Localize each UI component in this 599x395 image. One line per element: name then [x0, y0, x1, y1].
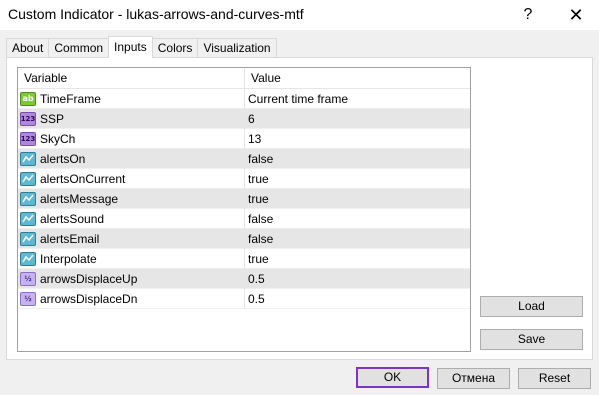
table-row[interactable]: 123 SkyCh 13: [18, 129, 470, 149]
close-button[interactable]: ✕: [556, 0, 596, 30]
variable-cell: alertsEmail: [18, 229, 245, 249]
variable-cell: ½ arrowsDisplaceDn: [18, 289, 245, 309]
value-cell[interactable]: 6: [245, 109, 470, 129]
boolean-type-icon: [20, 252, 36, 266]
grid-header: Variable Value: [18, 68, 470, 89]
table-row[interactable]: alertsOn false: [18, 149, 470, 169]
tab-strip: About Common Inputs Colors Visualization: [6, 36, 277, 58]
variable-name: Interpolate: [40, 252, 97, 266]
double-type-icon: ½: [20, 272, 36, 286]
cancel-button[interactable]: Отмена: [437, 368, 510, 389]
value-cell[interactable]: true: [245, 249, 470, 269]
variable-cell: alertsOn: [18, 149, 245, 169]
tab-about[interactable]: About: [6, 38, 50, 58]
variable-column-header[interactable]: Variable: [18, 68, 245, 89]
load-button[interactable]: Load: [480, 296, 583, 317]
value-cell[interactable]: true: [245, 169, 470, 189]
value-cell[interactable]: 0.5: [245, 289, 470, 309]
tab-common[interactable]: Common: [48, 38, 110, 58]
table-row[interactable]: alertsMessage true: [18, 189, 470, 209]
boolean-type-icon: [20, 152, 36, 166]
table-row[interactable]: Interpolate true: [18, 249, 470, 269]
variable-cell: ab TimeFrame: [18, 89, 245, 109]
variable-cell: alertsMessage: [18, 189, 245, 209]
variable-cell: 123 SkyCh: [18, 129, 245, 149]
save-button[interactable]: Save: [480, 329, 583, 350]
variable-cell: Interpolate: [18, 249, 245, 269]
tab-colors[interactable]: Colors: [151, 38, 199, 58]
window-title: Custom Indicator - lukas-arrows-and-curv…: [8, 6, 304, 22]
grid-rows: ab TimeFrame Current time frame 123 SSP 6 123 S…: [18, 89, 470, 309]
title-bar: Custom Indicator - lukas-arrows-and-curv…: [0, 0, 599, 30]
value-cell[interactable]: Current time frame: [245, 89, 470, 109]
table-row[interactable]: ½ arrowsDisplaceDn 0.5: [18, 289, 470, 309]
table-row[interactable]: ab TimeFrame Current time frame: [18, 89, 470, 109]
table-row[interactable]: ½ arrowsDisplaceUp 0.5: [18, 269, 470, 289]
integer-type-icon: 123: [20, 132, 36, 146]
boolean-type-icon: [20, 172, 36, 186]
variable-name: SSP: [40, 112, 65, 126]
reset-button[interactable]: Reset: [518, 368, 591, 389]
boolean-type-icon: [20, 192, 36, 206]
variable-cell: alertsSound: [18, 209, 245, 229]
variable-name: alertsOnCurrent: [40, 172, 126, 186]
value-cell[interactable]: 13: [245, 129, 470, 149]
variable-cell: ½ arrowsDisplaceUp: [18, 269, 245, 289]
value-cell[interactable]: false: [245, 149, 470, 169]
variable-name: arrowsDisplaceUp: [40, 272, 138, 286]
variable-name: arrowsDisplaceDn: [40, 292, 138, 306]
integer-type-icon: 123: [20, 112, 36, 126]
tab-inputs[interactable]: Inputs: [108, 36, 153, 58]
table-row[interactable]: alertsOnCurrent true: [18, 169, 470, 189]
variable-cell: alertsOnCurrent: [18, 169, 245, 189]
table-row[interactable]: alertsSound false: [18, 209, 470, 229]
variable-name: alertsOn: [40, 152, 86, 166]
help-button[interactable]: ?: [508, 0, 548, 30]
value-column-header[interactable]: Value: [245, 68, 470, 89]
variable-cell: 123 SSP: [18, 109, 245, 129]
variable-name: alertsMessage: [40, 192, 119, 206]
variable-name: SkyCh: [40, 132, 76, 146]
value-cell[interactable]: true: [245, 189, 470, 209]
table-row[interactable]: alertsEmail false: [18, 229, 470, 249]
inputs-grid: Variable Value ab TimeFrame Current time f…: [17, 67, 471, 352]
table-row[interactable]: 123 SSP 6: [18, 109, 470, 129]
value-cell[interactable]: false: [245, 229, 470, 249]
tab-visualization[interactable]: Visualization: [197, 38, 277, 58]
ok-button[interactable]: OK: [356, 367, 429, 388]
string-type-icon: ab: [20, 92, 36, 106]
variable-name: alertsEmail: [40, 232, 100, 246]
value-cell[interactable]: false: [245, 209, 470, 229]
variable-name: TimeFrame: [40, 92, 101, 106]
boolean-type-icon: [20, 232, 36, 246]
double-type-icon: ½: [20, 292, 36, 306]
value-cell[interactable]: 0.5: [245, 269, 470, 289]
variable-name: alertsSound: [40, 212, 105, 226]
boolean-type-icon: [20, 212, 36, 226]
